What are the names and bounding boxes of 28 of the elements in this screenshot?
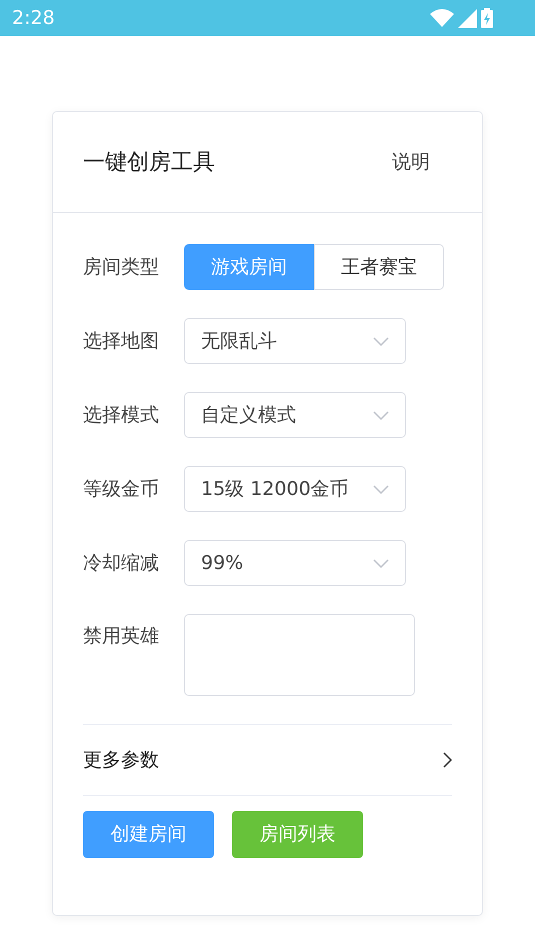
select-value: 99%: [201, 550, 244, 576]
field-label: 禁用英雄: [83, 624, 160, 649]
field-label: 选择地图: [83, 328, 160, 354]
field-label: 等级金币: [83, 476, 160, 502]
segment-tab[interactable]: 王者赛宝: [314, 244, 444, 290]
select-field[interactable]: 自定义模式: [184, 392, 406, 438]
select-field[interactable]: 99%: [184, 540, 406, 586]
wifi-icon: [430, 9, 454, 27]
select-value: 无限乱斗: [201, 328, 277, 354]
select-value: 自定义模式: [201, 402, 296, 428]
chevron-down-icon: [373, 558, 389, 568]
help-link[interactable]: 说明: [392, 148, 430, 176]
status-time: 2:28: [12, 6, 55, 31]
battery-icon: [481, 8, 493, 28]
field-label: 冷却缩减: [83, 550, 160, 576]
select-value: 15级 12000金币: [201, 476, 349, 502]
card-title: 一键创房工具: [83, 148, 215, 176]
chevron-down-icon: [373, 484, 389, 494]
select-field[interactable]: 15级 12000金币: [184, 466, 406, 512]
text-area[interactable]: [184, 614, 415, 696]
select-field[interactable]: 无限乱斗: [184, 318, 406, 364]
field-label: 选择模式: [83, 402, 160, 428]
field-label: 房间类型: [83, 254, 160, 280]
more-params-label[interactable]: 更多参数: [83, 746, 159, 774]
chevron-right-icon: [443, 752, 452, 768]
chevron-down-icon: [373, 336, 389, 346]
signal-icon: [458, 8, 477, 28]
chevron-down-icon: [373, 410, 389, 420]
